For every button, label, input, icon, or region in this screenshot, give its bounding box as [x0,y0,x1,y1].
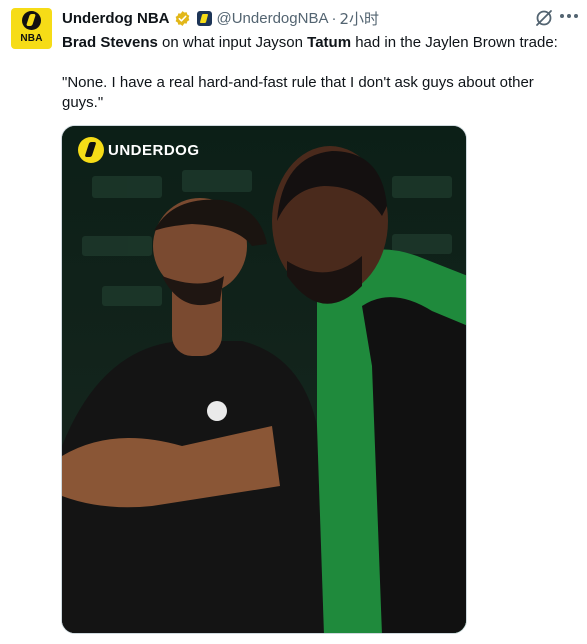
grok-icon[interactable] [534,8,554,28]
tweet-header: Underdog NBA @UnderdogNBA · 2小时 [62,8,379,28]
separator: · [331,9,337,27]
mention-tatum: Tatum [307,34,352,51]
underdog-watermark: UNDERDOG [78,137,200,163]
avatar-label: NBA [20,33,43,44]
tweet-text: Brad Stevens on what input Jayson Tatum … [62,33,572,113]
tweet-text-segment: on what input Jayson [157,34,308,51]
celtics-logo [207,401,227,421]
verified-badge-icon [175,10,189,26]
more-icon[interactable] [560,14,578,22]
tweet-line-1: Brad Stevens on what input Jayson Tatum … [62,33,572,53]
photo-illustration [62,126,466,633]
timestamp[interactable]: 2小时 [339,8,379,29]
handle[interactable]: @UnderdogNBA [217,10,329,27]
watermark-text: UNDERDOG [108,141,200,159]
avatar[interactable]: NBA [11,8,52,49]
tweet-quote: "None. I have a real hard-and-fast rule … [62,74,534,111]
tweet-text-segment: had in the Jaylen Brown trade: [351,34,558,51]
mention-brad-stevens: Brad Stevens [62,34,158,51]
affiliation-icon[interactable] [196,10,212,26]
underdog-logo-icon [78,137,104,163]
tweet[interactable]: NBA Underdog NBA @UnderdogNBA · 2小时 Brad… [0,0,587,644]
display-name[interactable]: Underdog NBA [62,10,170,27]
underdog-logo-icon [22,11,41,30]
tweet-photo[interactable]: UNDERDOG [61,125,467,634]
